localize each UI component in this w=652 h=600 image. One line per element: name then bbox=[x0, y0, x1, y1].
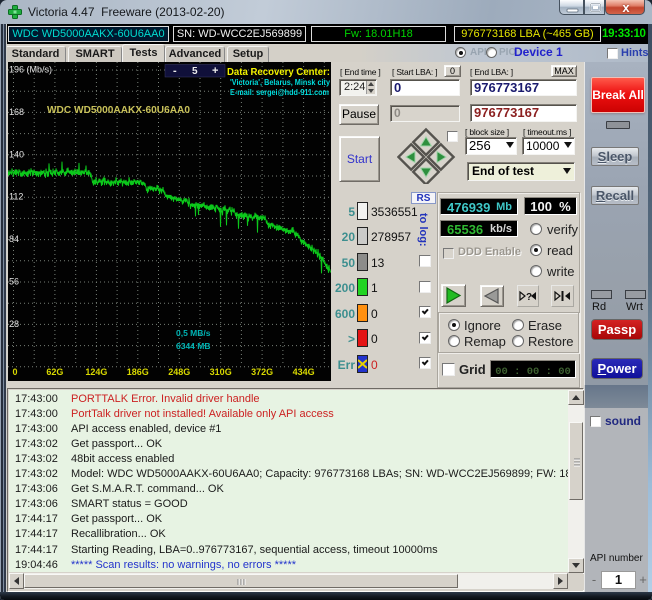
svg-text:x: x bbox=[622, 0, 630, 15]
svg-text:?: ? bbox=[526, 292, 532, 303]
